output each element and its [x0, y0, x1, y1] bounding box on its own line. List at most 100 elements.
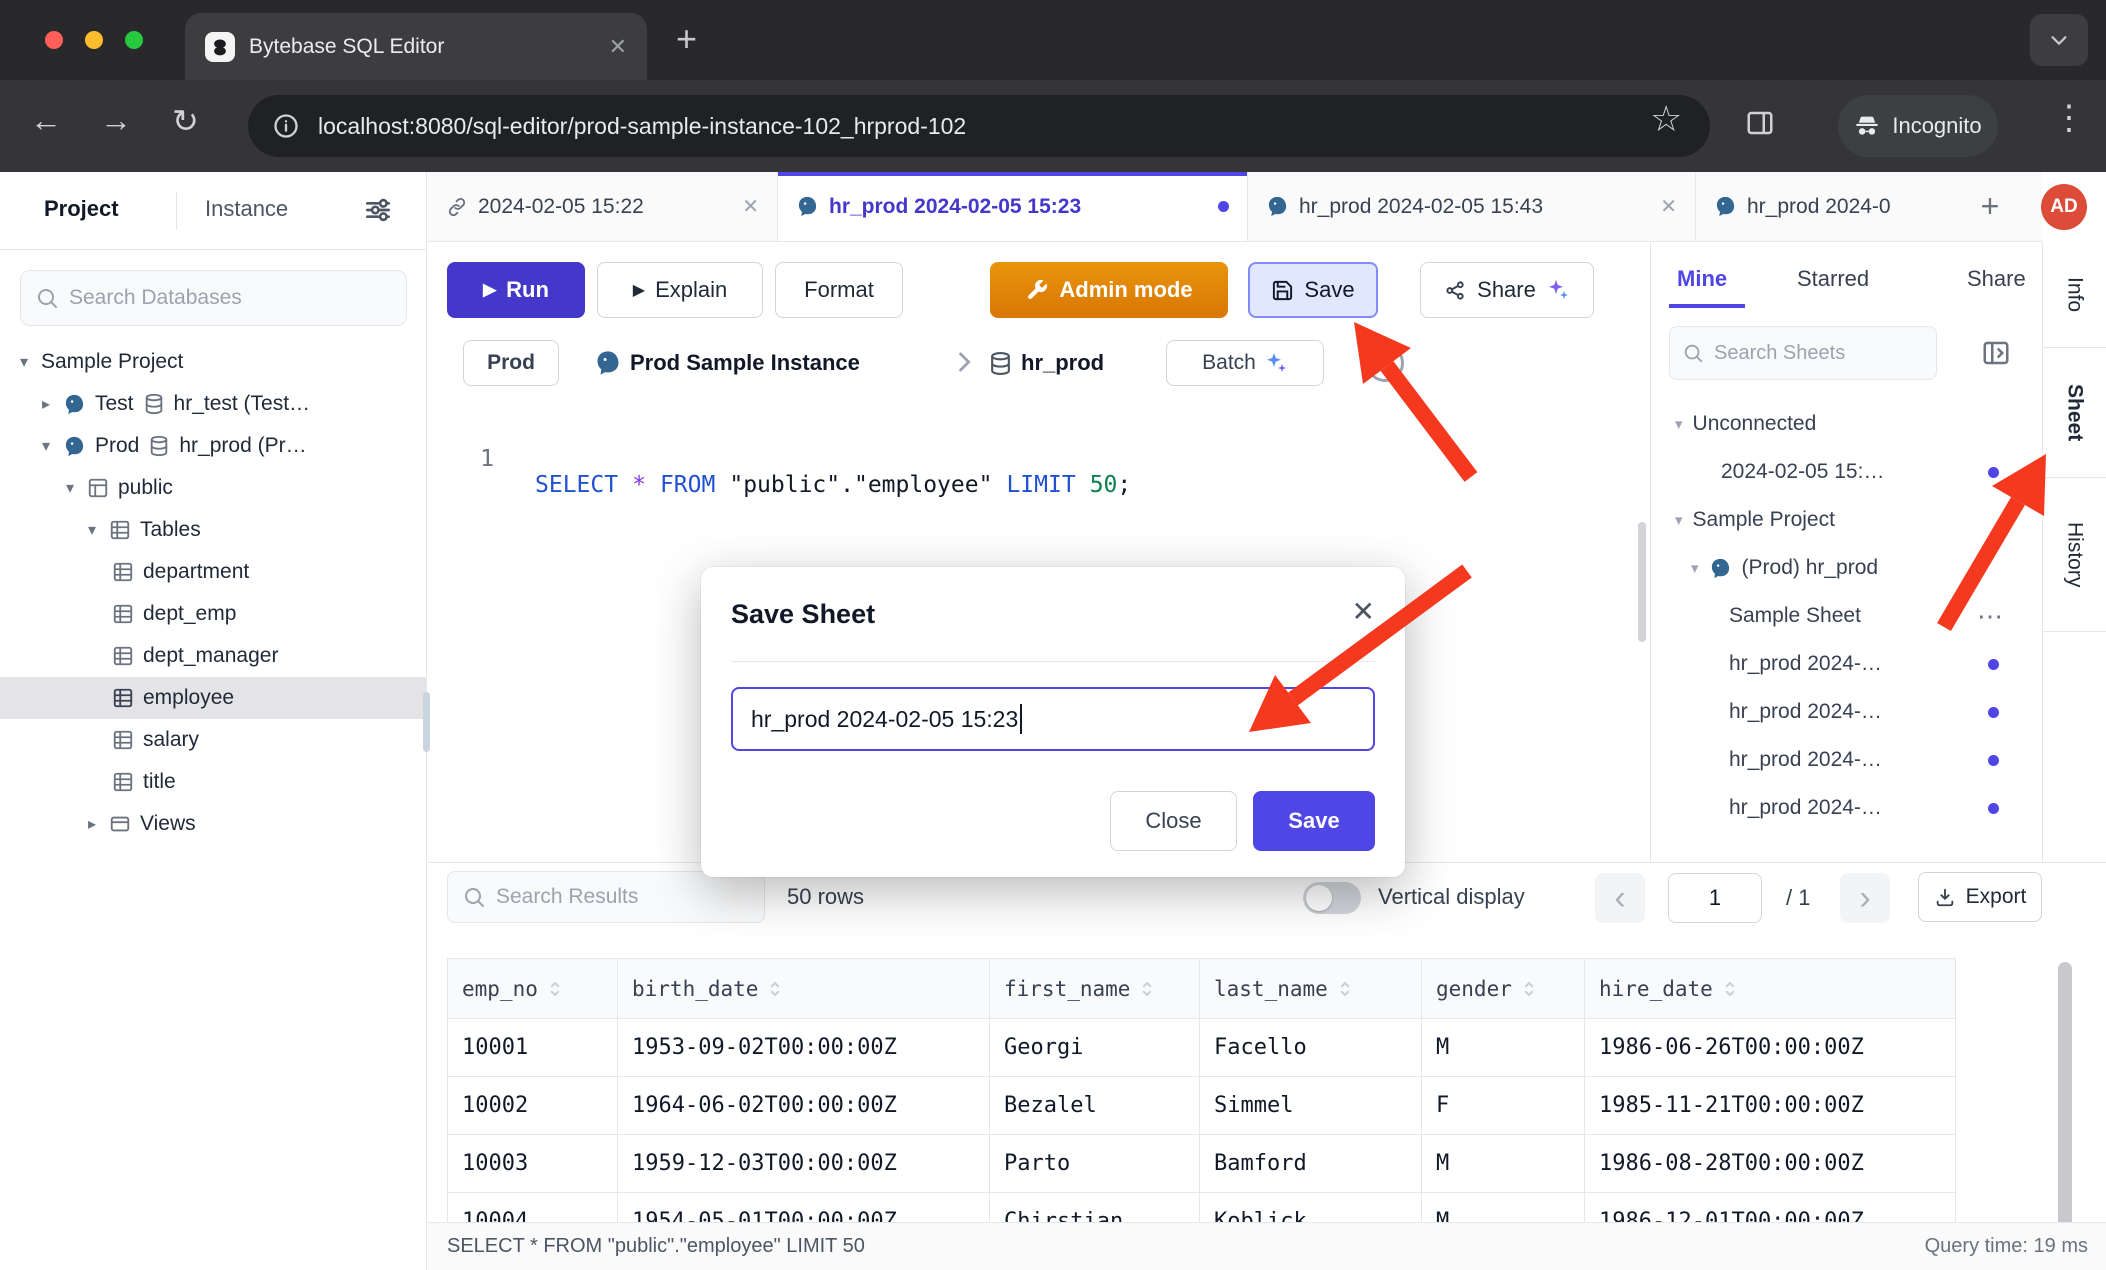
tree-item-table-department[interactable]: department	[0, 551, 426, 593]
new-tab-button[interactable]: +	[676, 18, 697, 60]
side-tab-sheet[interactable]: Sheet	[2043, 348, 2106, 478]
tab-share[interactable]: Share	[1967, 266, 2026, 292]
window-minimize-button[interactable]	[85, 31, 103, 49]
sort-icon[interactable]	[1336, 980, 1354, 998]
sheet-item[interactable]: hr_prod 2024-…	[1651, 640, 2042, 688]
chevron-down-icon[interactable]: ▾	[1675, 415, 1683, 433]
sheet-group-database[interactable]: ▾ (Prod) hr_prod	[1651, 544, 2042, 592]
chevron-down-icon[interactable]: ▾	[16, 352, 32, 372]
sheet-group-unconnected[interactable]: ▾ Unconnected	[1651, 400, 2042, 448]
vertical-display-toggle[interactable]	[1303, 882, 1361, 914]
tree-item-table-salary[interactable]: salary	[0, 719, 426, 761]
column-header-hire_date[interactable]: hire_date	[1585, 959, 1956, 1019]
database-search[interactable]	[20, 270, 407, 326]
address-bar[interactable]: localhost:8080/sql-editor/prod-sample-in…	[248, 95, 1710, 157]
sheet-item[interactable]: 2024-02-05 15:…	[1651, 448, 2042, 496]
sheet-tab-truncated[interactable]: hr_prod 2024-0	[1696, 172, 1966, 241]
more-options-icon[interactable]: ⋯	[1977, 601, 2003, 632]
tree-item-instance-test[interactable]: ▸ Test hr_test (Test…	[0, 383, 426, 425]
tab-project[interactable]: Project	[44, 196, 119, 222]
collapse-panel-icon[interactable]	[1981, 338, 2011, 368]
sort-icon[interactable]	[1721, 980, 1739, 998]
browser-tab-close-icon[interactable]: ✕	[609, 34, 627, 60]
prev-page-button[interactable]: ‹	[1595, 873, 1645, 923]
save-button[interactable]: Save	[1248, 262, 1378, 318]
tree-item-project[interactable]: ▾ Sample Project	[0, 341, 426, 383]
tab-mine[interactable]: Mine	[1677, 266, 1727, 292]
side-tab-history[interactable]: History	[2043, 478, 2106, 632]
editor-scrollbar[interactable]	[1638, 522, 1646, 642]
tree-item-table-employee[interactable]: employee	[0, 677, 426, 719]
user-avatar[interactable]: AD	[2041, 184, 2087, 230]
tree-item-table-title[interactable]: title	[0, 761, 426, 803]
sheet-search[interactable]	[1669, 326, 1937, 380]
window-zoom-button[interactable]	[125, 31, 143, 49]
tree-item-table-dept_manager[interactable]: dept_manager	[0, 635, 426, 677]
browser-menu-icon[interactable]: ⋮	[2052, 98, 2086, 138]
site-info-icon[interactable]	[272, 112, 300, 140]
tab-search-chevron-icon[interactable]	[2030, 14, 2088, 66]
dialog-save-button[interactable]: Save	[1253, 791, 1375, 851]
reload-button[interactable]: ↻	[172, 102, 199, 140]
close-tab-icon[interactable]: ✕	[1660, 194, 1677, 219]
column-header-last_name[interactable]: last_name	[1200, 959, 1422, 1019]
sheet-tab[interactable]: hr_prod 2024-02-05 15:43 ✕	[1248, 172, 1696, 241]
help-icon[interactable]	[1366, 344, 1404, 382]
sort-icon[interactable]	[1520, 980, 1538, 998]
window-close-button[interactable]	[45, 31, 63, 49]
side-tab-info[interactable]: Info	[2043, 242, 2106, 348]
results-search[interactable]	[447, 871, 765, 923]
format-button[interactable]: Format	[775, 262, 903, 318]
sheet-group-project[interactable]: ▾ Sample Project	[1651, 496, 2042, 544]
sheet-search-input[interactable]	[1714, 342, 1924, 365]
column-header-birth_date[interactable]: birth_date	[618, 959, 990, 1019]
sort-icon[interactable]	[766, 980, 784, 998]
breadcrumb-database[interactable]: hr_prod	[988, 340, 1104, 386]
browser-tab[interactable]: Bytebase SQL Editor ✕	[185, 13, 647, 80]
forward-button[interactable]: →	[100, 102, 132, 139]
tree-item-tables-group[interactable]: ▾ Tables	[0, 509, 426, 551]
sheet-tab-active[interactable]: hr_prod 2024-02-05 15:23	[778, 172, 1248, 241]
page-number-input[interactable]	[1668, 873, 1762, 923]
column-header-emp_no[interactable]: emp_no	[448, 959, 618, 1019]
next-page-button[interactable]: ›	[1840, 873, 1890, 923]
sheet-item[interactable]: hr_prod 2024-…	[1651, 736, 2042, 784]
results-search-input[interactable]	[496, 885, 750, 909]
tree-item-views-group[interactable]: ▸ Views	[0, 803, 426, 845]
chevron-down-icon[interactable]: ▾	[84, 520, 100, 540]
breadcrumb-instance[interactable]: Prod Sample Instance	[594, 340, 860, 386]
back-button[interactable]: ←	[30, 102, 62, 139]
explain-button[interactable]: ▶ Explain	[597, 262, 763, 318]
chevron-right-icon[interactable]: ▸	[38, 394, 54, 414]
tab-starred[interactable]: Starred	[1797, 266, 1869, 292]
side-panel-icon[interactable]	[1745, 108, 1775, 138]
column-header-gender[interactable]: gender	[1422, 959, 1585, 1019]
chevron-right-icon[interactable]: ▸	[84, 814, 100, 834]
admin-mode-button[interactable]: Admin mode	[990, 262, 1228, 318]
batch-button[interactable]: Batch	[1166, 340, 1324, 386]
sort-icon[interactable]	[546, 980, 564, 998]
new-sheet-button[interactable]: +	[1966, 172, 2014, 241]
sort-icon[interactable]	[1138, 980, 1156, 998]
export-button[interactable]: Export	[1918, 872, 2042, 922]
close-icon[interactable]: ✕	[1352, 595, 1375, 628]
sheet-tab-unsaved[interactable]: 2024-02-05 15:22 ✕	[428, 172, 778, 241]
column-header-first_name[interactable]: first_name	[990, 959, 1200, 1019]
close-tab-icon[interactable]: ✕	[742, 194, 759, 219]
chevron-down-icon[interactable]: ▾	[1691, 559, 1699, 577]
run-button[interactable]: ▶ Run	[447, 262, 585, 318]
filter-sliders-icon[interactable]	[362, 194, 394, 226]
share-button[interactable]: Share	[1420, 262, 1594, 318]
sheet-item[interactable]: hr_prod 2024-…	[1651, 784, 2042, 832]
environment-badge[interactable]: Prod	[463, 340, 559, 386]
sql-editor-line[interactable]: 1 SELECT*FROM"public"."employee"LIMIT50;	[0, 420, 83, 456]
sheet-name-input[interactable]: hr_prod 2024-02-05 15:23	[731, 687, 1375, 751]
tab-instance[interactable]: Instance	[205, 196, 288, 222]
dialog-close-button[interactable]: Close	[1110, 791, 1237, 851]
database-search-input[interactable]	[69, 286, 392, 310]
tree-item-table-dept_emp[interactable]: dept_emp	[0, 593, 426, 635]
chevron-down-icon[interactable]: ▾	[1675, 511, 1683, 529]
sheet-item[interactable]: hr_prod 2024-…	[1651, 688, 2042, 736]
panel-resize-handle[interactable]	[423, 692, 430, 752]
bookmark-star-icon[interactable]: ☆	[1650, 98, 1682, 140]
